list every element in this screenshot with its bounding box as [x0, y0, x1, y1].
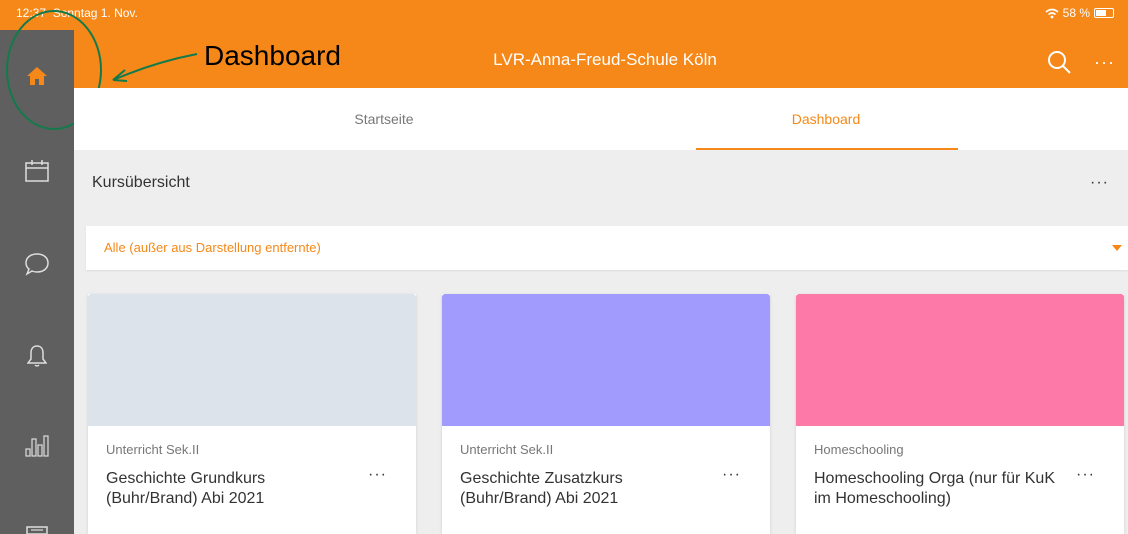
course-title: Geschichte Grundkurs (Buhr/Brand) Abi 20…: [106, 470, 266, 507]
filter-value: Alle (außer aus Darstellung entfernte): [104, 240, 321, 255]
course-card-image: [88, 294, 416, 426]
sidebar-item-grades[interactable]: [0, 416, 74, 476]
course-card[interactable]: Unterricht Sek.II Geschichte Grundkurs (…: [88, 294, 416, 534]
chevron-down-icon: [1112, 245, 1122, 251]
bell-icon: [27, 345, 47, 367]
calendar-icon: [25, 160, 49, 182]
status-date: Sonntag 1. Nov.: [52, 6, 138, 20]
header-more-button[interactable]: ···: [1094, 52, 1115, 73]
chart-icon: [25, 435, 49, 457]
course-more-button[interactable]: ···: [722, 466, 741, 484]
course-category: Homeschooling: [814, 442, 904, 457]
status-bar-left: 12:37 Sonntag 1. Nov.: [16, 6, 138, 20]
course-card[interactable]: Homeschooling Homeschooling Orga (nur fü…: [796, 294, 1124, 534]
course-category: Unterricht Sek.II: [460, 442, 554, 457]
sidebar-item-home[interactable]: [0, 46, 74, 106]
course-card[interactable]: Unterricht Sek.II Geschichte Zusatzkurs …: [442, 294, 770, 534]
section-more-button[interactable]: ···: [1090, 174, 1109, 192]
battery-percent: 58 %: [1062, 6, 1090, 20]
sidebar: [0, 30, 74, 534]
wifi-icon: [1045, 8, 1059, 18]
course-title: Geschichte Zusatzkurs (Buhr/Brand) Abi 2…: [460, 470, 623, 507]
app-title: LVR-Anna-Freud-Schule Köln: [493, 50, 717, 69]
status-time: 12:37: [16, 6, 47, 20]
app-header: 12:37 Sonntag 1. Nov. 58 % Dashboard LVR…: [0, 0, 1128, 88]
course-category: Unterricht Sek.II: [106, 442, 200, 457]
sidebar-item-messages[interactable]: [0, 234, 74, 294]
sidebar-item-news[interactable]: [0, 504, 74, 534]
tab-bar: Startseite Dashboard: [74, 88, 1128, 150]
course-filter-select[interactable]: Alle (außer aus Darstellung entfernte): [86, 226, 1128, 270]
course-more-button[interactable]: ···: [1076, 466, 1095, 484]
tab-label: Dashboard: [791, 111, 861, 127]
tab-startseite[interactable]: Startseite: [74, 88, 694, 150]
course-overview: Kursübersicht ··· Alle (außer aus Darste…: [74, 150, 1128, 534]
course-card-image: [442, 294, 770, 426]
course-more-button[interactable]: ···: [368, 466, 387, 484]
home-icon: [27, 67, 47, 85]
section-title: Kursübersicht: [92, 174, 190, 191]
course-title: Homeschooling Orga (nur für KuK im Homes…: [814, 470, 1055, 507]
tab-label: Startseite: [354, 111, 414, 127]
battery-icon: [1094, 8, 1114, 18]
status-bar-right: 58 %: [1045, 6, 1114, 20]
sidebar-item-notifications[interactable]: [0, 326, 74, 386]
search-icon[interactable]: [1046, 49, 1072, 75]
chat-icon: [25, 253, 49, 276]
sidebar-item-calendar[interactable]: [0, 141, 74, 201]
course-card-image: [796, 294, 1124, 426]
news-icon: [26, 526, 48, 534]
tab-dashboard[interactable]: Dashboard: [694, 88, 958, 150]
